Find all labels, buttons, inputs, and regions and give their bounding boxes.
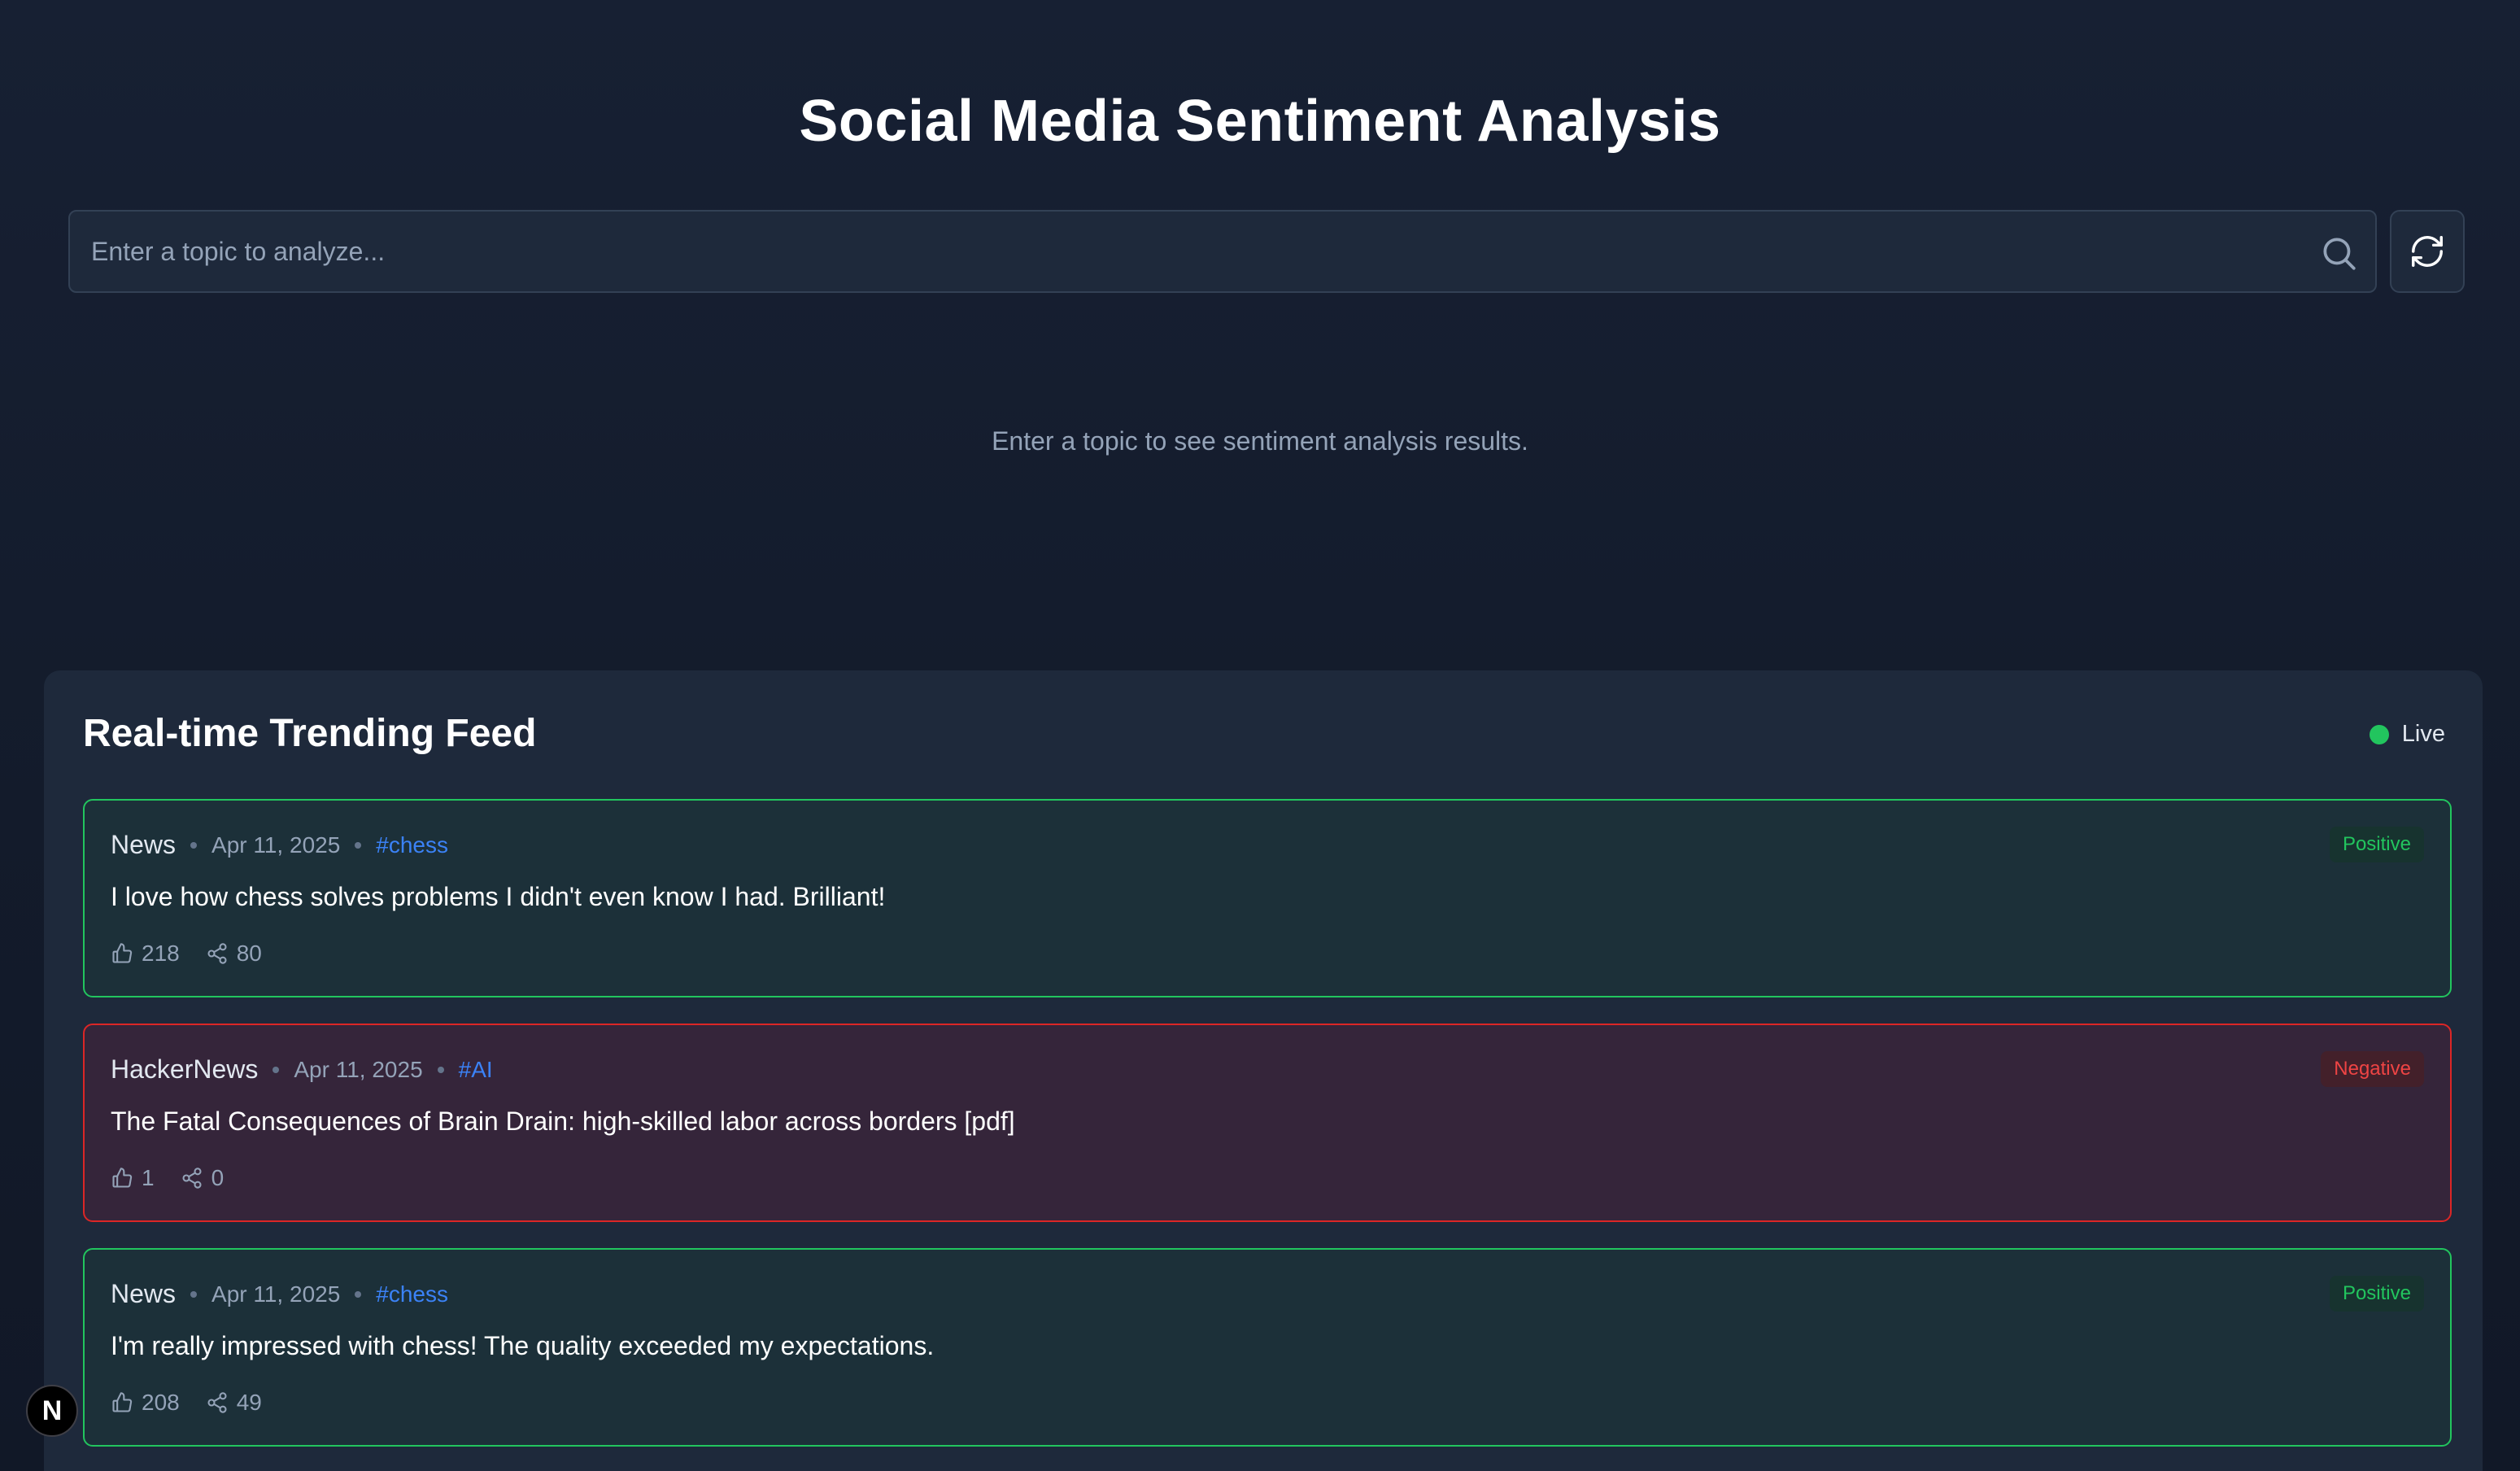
shares-stat: 49	[206, 1390, 262, 1416]
refresh-button[interactable]	[2390, 210, 2465, 293]
live-indicator: Live	[2369, 721, 2445, 748]
post-meta: News Apr 11, 2025 #chess	[111, 830, 448, 860]
sentiment-badge: Negative	[2321, 1051, 2424, 1087]
post-stats: 218 80	[111, 941, 262, 967]
post-stats: 208 49	[111, 1390, 262, 1416]
separator-dot	[190, 1290, 198, 1298]
post-source: News	[111, 830, 177, 859]
search-icon[interactable]	[2318, 233, 2359, 273]
post-hashtag[interactable]: #chess	[376, 1281, 448, 1307]
post-source: News	[111, 1279, 177, 1308]
shares-count: 80	[236, 941, 262, 966]
post-date: Apr 11, 2025	[211, 832, 341, 858]
share-icon	[207, 943, 227, 964]
shares-stat: 0	[181, 1165, 225, 1191]
separator-dot	[437, 1066, 444, 1073]
shares-count: 0	[211, 1165, 225, 1190]
post-meta: HackerNews Apr 11, 2025 #AI	[111, 1054, 493, 1085]
thumbs-up-icon	[112, 1168, 133, 1188]
likes-stat: 208	[111, 1390, 180, 1416]
feed-post[interactable]: News Apr 11, 2025 #chess Positive I'm re…	[83, 1248, 2452, 1447]
sentiment-badge: Positive	[2329, 827, 2424, 862]
refresh-icon	[2412, 236, 2443, 267]
post-text: The Fatal Consequences of Brain Drain: h…	[111, 1107, 1015, 1136]
share-icon	[182, 1168, 202, 1189]
live-dot-icon	[2369, 724, 2389, 744]
dev-tools-badge[interactable]: N	[26, 1385, 78, 1437]
likes-stat: 1	[111, 1165, 155, 1191]
post-stats: 1 0	[111, 1165, 224, 1191]
app-root: Social Media Sentiment Analysis Enter a …	[0, 0, 2520, 1471]
shares-count: 49	[236, 1390, 262, 1415]
post-source: HackerNews	[111, 1054, 259, 1084]
post-meta: News Apr 11, 2025 #chess	[111, 1279, 448, 1309]
post-date: Apr 11, 2025	[294, 1056, 423, 1082]
separator-dot	[190, 841, 198, 849]
share-icon	[207, 1392, 227, 1413]
post-date: Apr 11, 2025	[211, 1281, 341, 1307]
sentiment-badge: Positive	[2329, 1276, 2424, 1312]
feed-post[interactable]: HackerNews Apr 11, 2025 #AI Negative The…	[83, 1024, 2452, 1222]
post-hashtag[interactable]: #AI	[459, 1057, 493, 1083]
post-text: I love how chess solves problems I didn'…	[111, 882, 886, 911]
thumbs-up-icon	[112, 943, 133, 963]
post-hashtag[interactable]: #chess	[376, 832, 448, 858]
feed-title: Real-time Trending Feed	[83, 712, 537, 755]
likes-count: 1	[142, 1165, 155, 1190]
likes-count: 208	[142, 1390, 180, 1415]
page-title: Social Media Sentiment Analysis	[799, 89, 1721, 154]
empty-state-message: Enter a topic to see sentiment analysis …	[992, 426, 1528, 456]
separator-dot	[355, 1290, 362, 1298]
separator-dot	[355, 841, 362, 849]
trending-feed-panel: Real-time Trending Feed Live News Apr 11…	[44, 670, 2483, 1471]
shares-stat: 80	[206, 941, 262, 967]
feed-post[interactable]: News Apr 11, 2025 #chess Positive I love…	[83, 799, 2452, 997]
post-text: I'm really impressed with chess! The qua…	[111, 1331, 935, 1360]
search-input[interactable]	[70, 212, 2375, 291]
likes-stat: 218	[111, 941, 180, 967]
separator-dot	[272, 1066, 280, 1073]
search-bar	[68, 210, 2377, 293]
live-label: Live	[2401, 721, 2445, 747]
thumbs-up-icon	[112, 1392, 133, 1412]
likes-count: 218	[142, 941, 180, 966]
